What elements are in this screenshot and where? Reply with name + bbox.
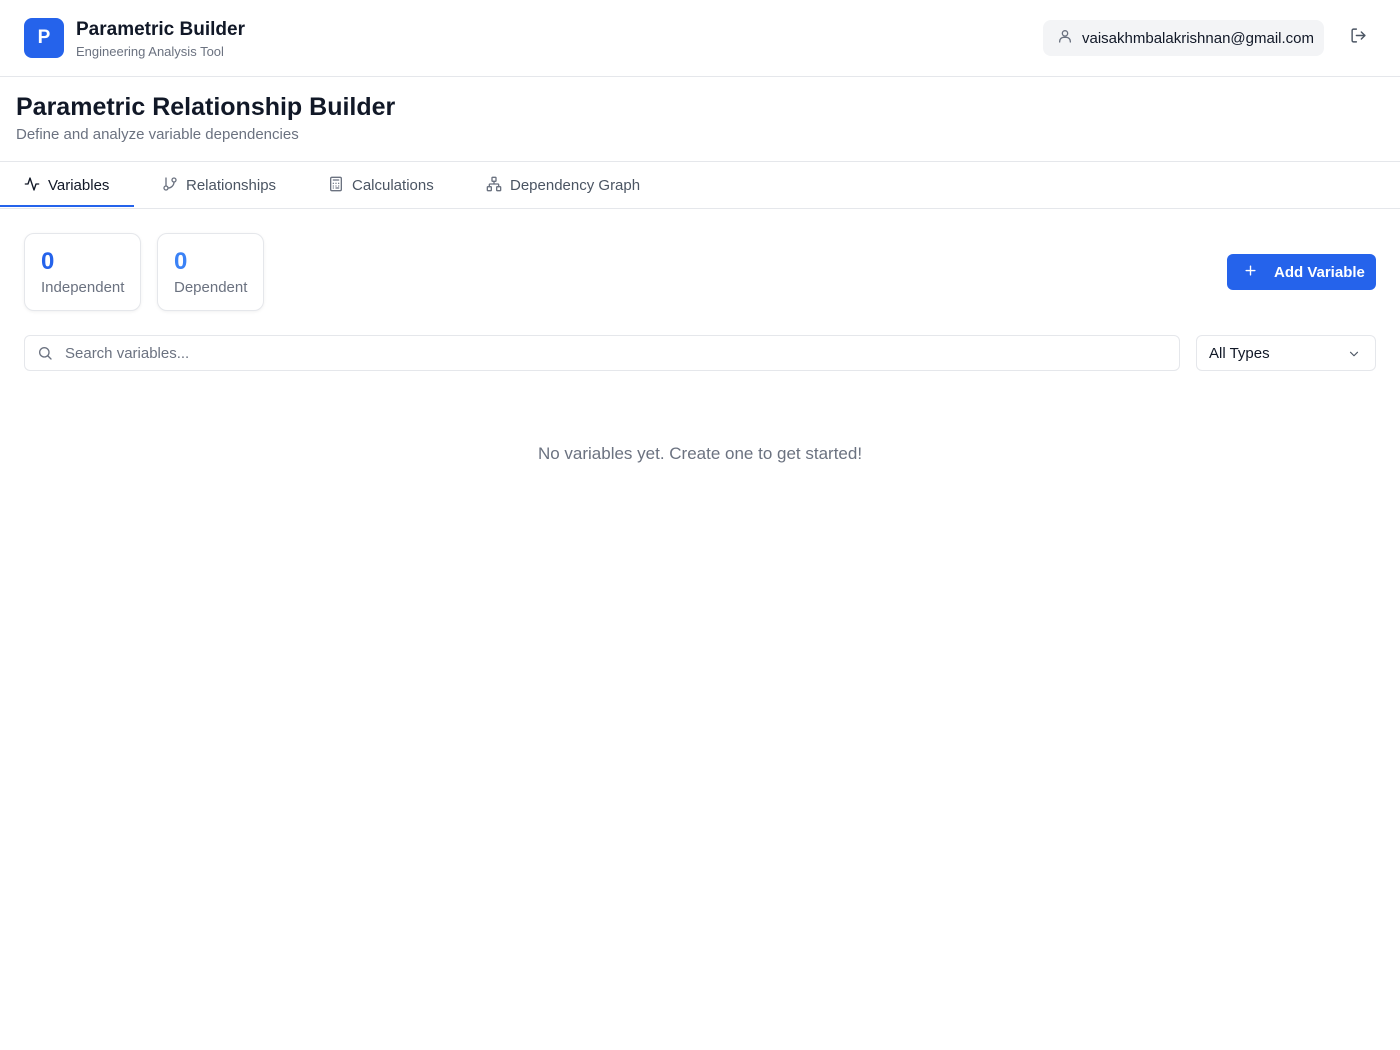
search-input[interactable] — [65, 336, 1175, 370]
app-logo: P — [24, 18, 64, 58]
tab-label: Relationships — [186, 177, 277, 194]
stat-label: Dependent — [174, 279, 248, 296]
type-filter-value: All Types — [1209, 344, 1270, 362]
tab-relationships[interactable]: Relationships — [162, 162, 276, 209]
active-tab-indicator — [0, 205, 134, 207]
logout-button[interactable] — [1344, 24, 1372, 52]
search-box — [24, 335, 1180, 371]
add-variable-button[interactable]: Add Variable — [1227, 254, 1376, 290]
user-account-chip[interactable]: vaisakhmbalakrishnan@gmail.com — [1043, 20, 1324, 56]
network-icon — [486, 176, 502, 196]
tab-variables[interactable]: Variables — [24, 162, 109, 209]
app-subtitle: Engineering Analysis Tool — [76, 44, 224, 59]
chevron-down-icon — [1347, 347, 1361, 361]
plus-icon — [1243, 263, 1258, 282]
log-out-icon — [1350, 27, 1367, 49]
app-title: Parametric Builder — [76, 19, 245, 40]
user-icon — [1057, 28, 1073, 49]
tab-dependency-graph[interactable]: Dependency Graph — [486, 162, 640, 209]
tab-label: Calculations — [352, 177, 434, 194]
page-subtitle: Define and analyze variable dependencies — [16, 126, 299, 143]
calculator-icon — [328, 176, 344, 196]
activity-icon — [24, 176, 40, 196]
stat-card-dependent: 0 Dependent — [157, 233, 264, 311]
tab-label: Dependency Graph — [510, 177, 641, 194]
git-branch-icon — [162, 176, 178, 196]
tab-calculations[interactable]: Calculations — [328, 162, 434, 209]
stat-value: 0 — [41, 248, 55, 275]
user-email: vaisakhmbalakrishnan@gmail.com — [1082, 29, 1314, 47]
stat-value: 0 — [174, 248, 188, 275]
top-bar: P Parametric Builder Engineering Analysi… — [0, 0, 1400, 77]
stat-label: Independent — [41, 279, 125, 296]
type-filter-select[interactable]: All Types — [1196, 335, 1376, 371]
stat-card-independent: 0 Independent — [24, 233, 141, 311]
add-variable-label: Add Variable — [1274, 263, 1365, 281]
tab-bar: Variables Relationships Calculations Dep… — [0, 161, 1400, 209]
page-title: Parametric Relationship Builder — [16, 93, 396, 121]
search-icon — [37, 345, 53, 361]
tab-label: Variables — [48, 177, 110, 194]
empty-state-message: No variables yet. Create one to get star… — [537, 444, 863, 463]
